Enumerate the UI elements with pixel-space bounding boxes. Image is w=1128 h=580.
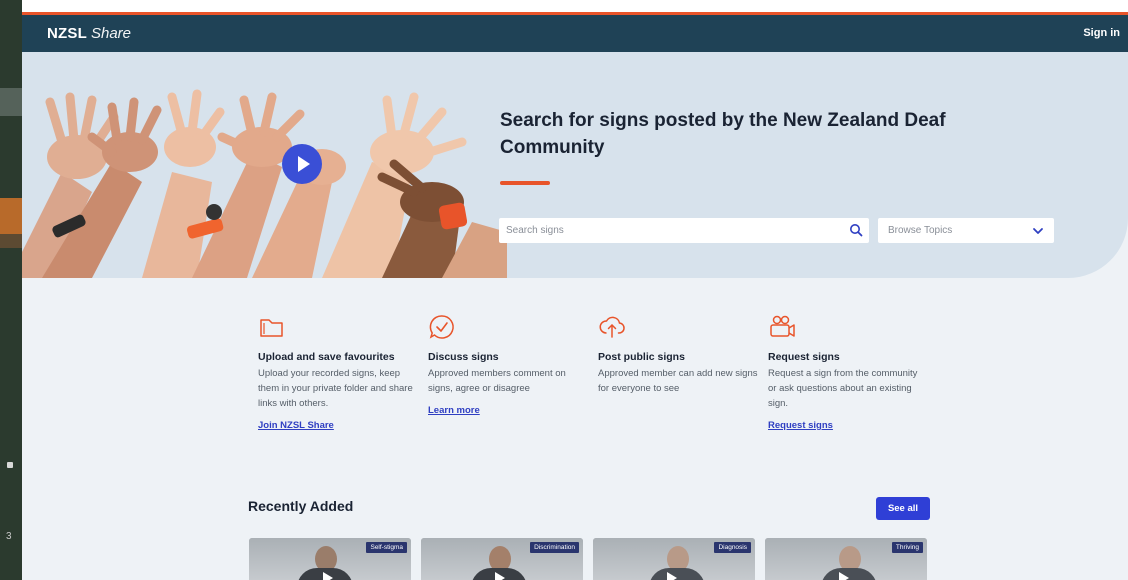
- feature-title: Request signs: [768, 351, 840, 363]
- search-input[interactable]: [499, 218, 839, 243]
- sign-card[interactable]: Self-stigma: [249, 538, 411, 580]
- topic-tag: Thriving: [891, 542, 923, 553]
- play-icon: [667, 572, 677, 580]
- topic-tag: Diagnosis: [714, 542, 751, 553]
- play-icon: [323, 572, 333, 580]
- search-icon[interactable]: [849, 223, 863, 237]
- video-people-icon: [770, 315, 795, 337]
- feature-post: Post public signs Approved member can ad…: [598, 313, 758, 396]
- feature-title: Post public signs: [598, 351, 685, 363]
- browse-topics-dropdown[interactable]: Browse Topics: [878, 218, 1054, 243]
- topic-tag: Self-stigma: [366, 542, 407, 553]
- feature-description: Approved member can add new signs for ev…: [598, 368, 758, 394]
- topic-tag: Discrimination: [530, 542, 579, 553]
- strip-segment: [0, 234, 22, 248]
- join-nzsl-share-link[interactable]: Join NZSL Share: [258, 420, 334, 431]
- feature-title: Discuss signs: [428, 351, 499, 363]
- strip-segment: [0, 88, 22, 116]
- recently-added-heading: Recently Added: [248, 498, 354, 514]
- browser-top-gap: [22, 0, 1128, 12]
- feature-description: Approved members comment on signs, agree…: [428, 368, 566, 394]
- sign-card[interactable]: Discrimination: [421, 538, 583, 580]
- feature-request: Request signs Request a sign from the co…: [768, 313, 928, 433]
- cloud-upload-icon: [599, 316, 625, 338]
- search-box: [499, 218, 869, 243]
- feature-title: Upload and save favourites: [258, 351, 395, 363]
- sign-in-link[interactable]: Sign in: [1083, 27, 1120, 39]
- request-signs-link[interactable]: Request signs: [768, 420, 833, 431]
- play-icon: [495, 572, 505, 580]
- feature-upload: Upload and save favourites Upload your r…: [258, 313, 418, 433]
- folder-icon: [260, 319, 283, 337]
- strip-number: 3: [6, 531, 12, 542]
- browse-topics-label: Browse Topics: [888, 225, 953, 236]
- feature-description: Upload your recorded signs, keep them in…: [258, 368, 413, 409]
- feature-description: Request a sign from the community or ask…: [768, 368, 918, 409]
- play-icon: [839, 572, 849, 580]
- chat-check-icon: [429, 315, 454, 339]
- site-header: NZSL Share Sign in: [22, 15, 1128, 52]
- left-window-strip: 3: [0, 0, 22, 580]
- brand-logo[interactable]: NZSL Share: [47, 25, 131, 42]
- title-underline: [500, 181, 550, 185]
- sign-card[interactable]: Thriving: [765, 538, 927, 580]
- hero-title: Search for signs posted by the New Zeala…: [500, 110, 946, 158]
- hero-section: Search for signs posted by the New Zeala…: [22, 52, 1128, 278]
- see-all-button[interactable]: See all: [876, 497, 930, 520]
- hero-hands-image: [22, 52, 507, 278]
- sign-card[interactable]: Diagnosis: [593, 538, 755, 580]
- brand-suffix: Share: [90, 25, 131, 42]
- strip-segment-accent: [0, 198, 22, 234]
- play-video-button[interactable]: [282, 144, 322, 184]
- learn-more-link[interactable]: Learn more: [428, 405, 480, 416]
- strip-marker: [7, 462, 13, 468]
- chevron-down-icon: [1033, 228, 1043, 234]
- feature-discuss: Discuss signs Approved members comment o…: [428, 313, 588, 418]
- brand-name: NZSL: [47, 25, 87, 42]
